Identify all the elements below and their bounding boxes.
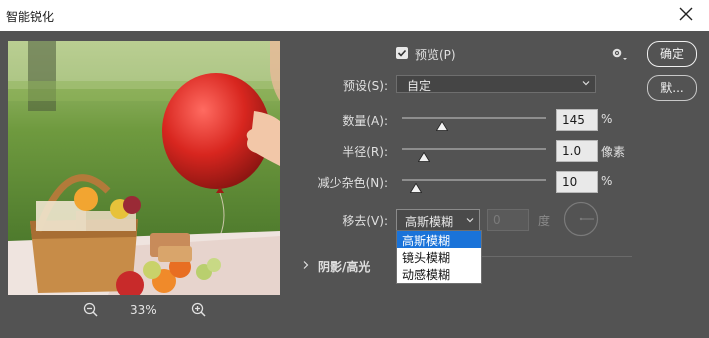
amount-unit: % <box>601 112 613 126</box>
radius-slider-track[interactable] <box>402 148 546 150</box>
zoom-level: 33% <box>130 303 157 317</box>
zoom-out-icon[interactable] <box>82 301 100 319</box>
preview-image[interactable] <box>8 41 280 295</box>
radius-value: 1.0 <box>562 144 582 158</box>
dropdown-option-motion[interactable]: 动感模糊 <box>397 265 481 282</box>
checkmark-icon <box>397 49 407 57</box>
angle-input[interactable]: 0 <box>487 209 529 231</box>
angle-unit: 度 <box>538 214 551 228</box>
amount-value: 145 <box>562 113 585 127</box>
remove-dropdown-menu: 高斯模糊 镜头模糊 动感模糊 <box>396 230 482 284</box>
preview-label[interactable]: 预览(P) <box>415 46 456 63</box>
option-label: 高斯模糊 <box>402 234 451 248</box>
close-icon[interactable] <box>675 3 697 25</box>
noise-input[interactable]: 10 <box>556 171 598 193</box>
dropdown-option-lens[interactable]: 镜头模糊 <box>397 248 481 265</box>
angle-value: 0 <box>493 213 501 227</box>
radius-unit: 像素 <box>601 145 626 159</box>
remove-select[interactable]: 高斯模糊 <box>396 209 480 231</box>
angle-dial-icon[interactable] <box>563 201 599 237</box>
preset-label: 预设(S): <box>342 79 388 93</box>
chevron-right-icon[interactable] <box>302 260 310 270</box>
zoom-in-icon[interactable] <box>190 301 208 319</box>
chevron-down-icon <box>582 81 590 86</box>
dropdown-option-gaussian[interactable]: 高斯模糊 <box>397 231 481 248</box>
amount-label: 数量(A): <box>342 114 388 128</box>
gear-icon[interactable] <box>610 46 628 62</box>
preset-value: 自定 <box>407 79 432 93</box>
zoom-controls: 33% <box>8 300 280 320</box>
chevron-down-icon <box>466 218 474 223</box>
option-label: 动感模糊 <box>402 268 451 282</box>
amount-slider-thumb[interactable] <box>436 121 449 131</box>
preset-select[interactable]: 自定 <box>396 75 596 93</box>
picnic-balloon-photo <box>8 41 280 295</box>
remove-label: 移去(V): <box>342 214 388 228</box>
noise-slider-thumb[interactable] <box>410 183 423 193</box>
amount-slider-track[interactable] <box>402 117 546 119</box>
radius-slider-thumb[interactable] <box>417 152 430 162</box>
option-label: 镜头模糊 <box>402 251 451 265</box>
noise-value: 10 <box>562 175 578 189</box>
window-title: 智能锐化 <box>6 10 55 24</box>
remove-value: 高斯模糊 <box>405 215 454 229</box>
amount-input[interactable]: 145 <box>556 109 598 131</box>
smart-sharpen-dialog: 智能锐化 33% 预览(P) 确定 默... 预设(S): 自定 数量(A): … <box>0 0 709 338</box>
noise-label: 减少杂色(N): <box>317 176 388 190</box>
default-button[interactable]: 默... <box>647 75 697 101</box>
noise-slider-track[interactable] <box>402 179 546 181</box>
shadows-highlights-section[interactable]: 阴影/高光 <box>318 258 370 275</box>
ok-button[interactable]: 确定 <box>647 41 697 67</box>
noise-unit: % <box>601 174 613 188</box>
radius-input[interactable]: 1.0 <box>556 140 598 162</box>
preview-checkbox[interactable] <box>396 47 408 59</box>
radius-label: 半径(R): <box>342 145 388 159</box>
title-bar: 智能锐化 <box>0 0 709 31</box>
